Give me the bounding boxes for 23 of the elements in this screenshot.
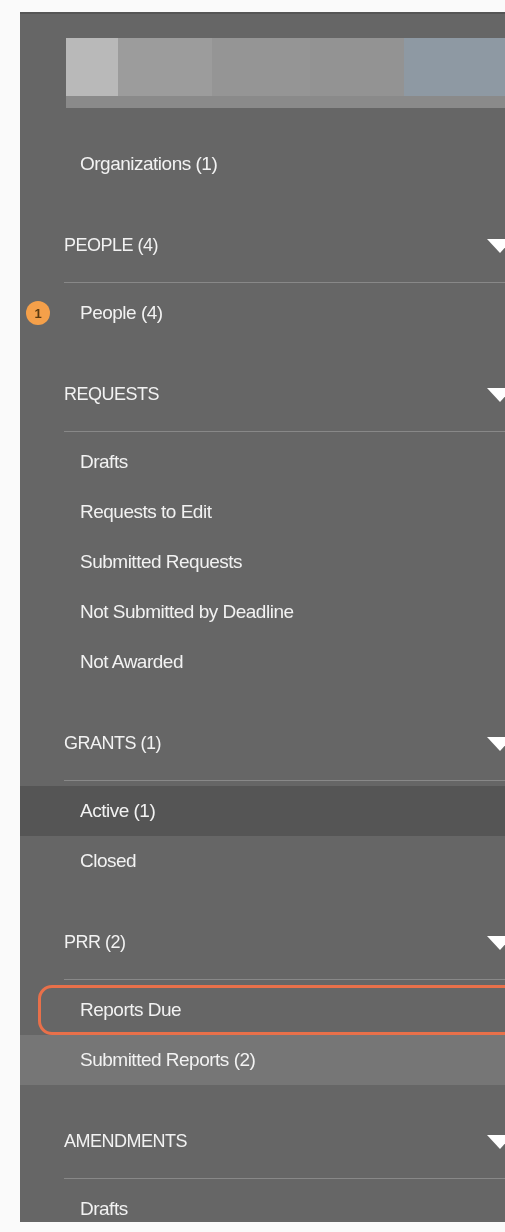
sidebar-item[interactable]: Not Submitted by Deadline (20, 587, 505, 637)
sidebar-item[interactable]: Reports Due (38, 985, 505, 1035)
sidebar-item[interactable]: Not Awarded (20, 637, 505, 687)
caret-icon[interactable] (487, 1134, 505, 1149)
section-header[interactable]: PEOPLE (4) (64, 235, 159, 256)
sidebar-item[interactable]: Requests to Edit (20, 487, 505, 537)
section-header[interactable]: REQUESTS (64, 384, 160, 405)
sidebar-item[interactable]: Drafts (20, 1184, 505, 1222)
sidebar-item[interactable]: Submitted Reports (2) (20, 1035, 505, 1085)
sidebar-item[interactable]: Drafts (20, 437, 505, 487)
caret-icon[interactable] (487, 387, 505, 402)
notification-badge: 1 (26, 301, 50, 325)
sidebar-item[interactable]: Active (1) (20, 786, 505, 836)
sidebar-item[interactable]: 1 People (4) (20, 288, 505, 338)
caret-icon[interactable] (487, 238, 505, 253)
caret-icon[interactable] (487, 736, 505, 751)
sidebar-item[interactable]: Closed (20, 836, 505, 886)
caret-icon[interactable] (487, 935, 505, 950)
section-header[interactable]: PRR (2) (64, 932, 126, 953)
sidebar-item[interactable]: Organizations (1) (20, 139, 505, 189)
sidebar-item[interactable]: Submitted Requests (20, 537, 505, 587)
section-header[interactable]: GRANTS (1) (64, 733, 161, 754)
section-header[interactable]: AMENDMENTS (64, 1131, 187, 1152)
